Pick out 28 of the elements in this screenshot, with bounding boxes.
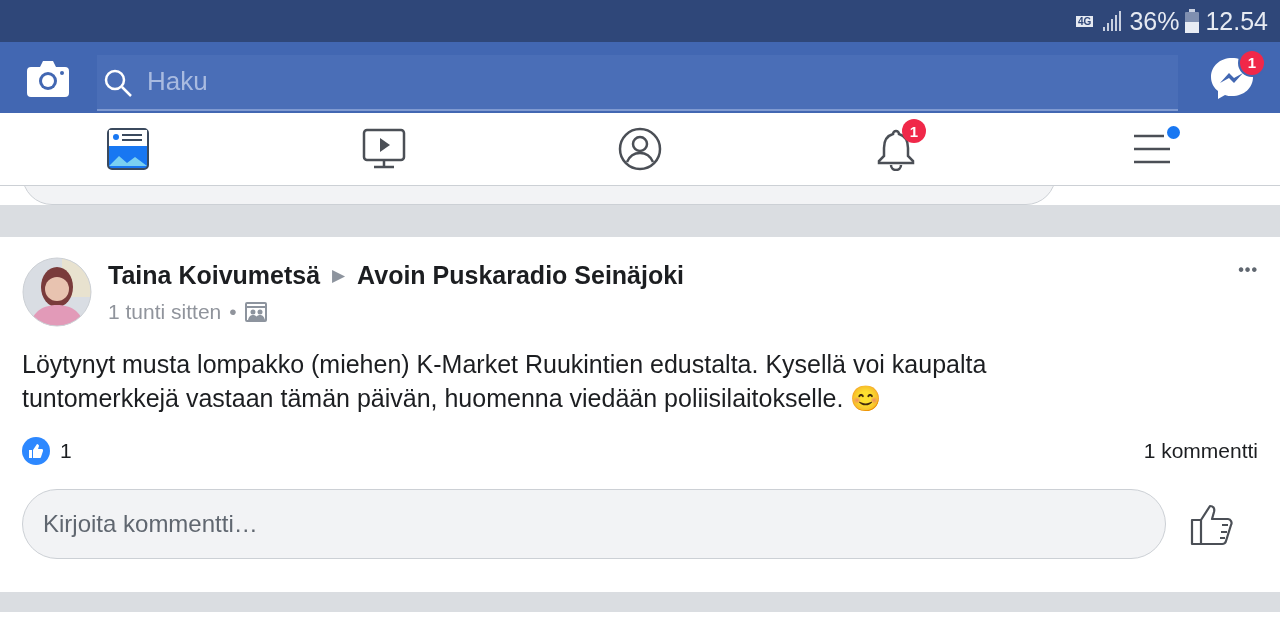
thumbs-up-icon[interactable] bbox=[1190, 502, 1236, 546]
battery-percent: 36% bbox=[1129, 6, 1180, 36]
camera-icon[interactable] bbox=[27, 58, 69, 97]
comment-count[interactable]: 1 kommentti bbox=[1143, 439, 1258, 463]
post-time: 1 tunti sitten bbox=[108, 300, 222, 324]
post-text: Löytynyt musta lompakko (miehen) K-Market Ruukintien edustalta. Kysellä voi kaupalta tuntomerkkejä vastaan tämän päivän, huomenna viedään poliisilaitokselle. 😊 bbox=[22, 349, 988, 414]
group-icon bbox=[244, 302, 267, 322]
network-label: 4G bbox=[1076, 15, 1094, 27]
like-reaction-icon bbox=[22, 437, 50, 465]
comment-field[interactable]: Kirjoita kommentti… bbox=[22, 489, 1166, 559]
nav-tab[interactable]: 1 bbox=[768, 113, 1024, 185]
bell-icon bbox=[876, 127, 916, 171]
search-field[interactable]: Haku bbox=[97, 54, 1178, 111]
menu-icon bbox=[1132, 132, 1172, 166]
arrow-icon: ▶ bbox=[332, 265, 346, 286]
notification-badge: 1 bbox=[902, 119, 926, 143]
battery-icon bbox=[1185, 9, 1200, 33]
more-options-button[interactable]: ••• bbox=[1238, 257, 1258, 279]
author-name[interactable]: Taina Koivumetsä bbox=[108, 261, 321, 290]
clock: 12.54 bbox=[1205, 6, 1268, 36]
video-icon bbox=[362, 128, 406, 170]
notification-badge: 1 bbox=[1238, 48, 1266, 77]
separator-dot: • bbox=[229, 300, 237, 324]
news-feed-icon bbox=[107, 128, 149, 170]
signal-icon bbox=[1101, 11, 1124, 31]
group-name[interactable]: Avoin Puskaradio Seinäjoki bbox=[357, 261, 685, 290]
profile-icon bbox=[618, 127, 662, 171]
like-count: 1 bbox=[60, 439, 72, 463]
